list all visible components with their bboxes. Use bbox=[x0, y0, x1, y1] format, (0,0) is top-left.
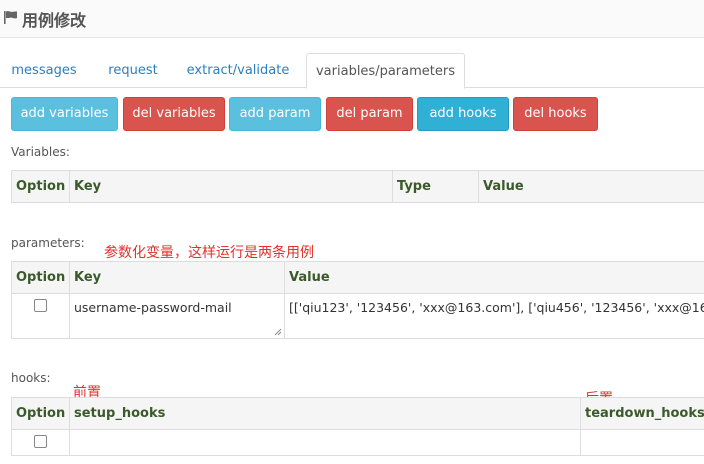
hooks-label: hooks: bbox=[11, 371, 51, 385]
table-row: username-password-mail [['qiu123', '1234… bbox=[11, 293, 704, 339]
row-checkbox[interactable] bbox=[34, 299, 47, 312]
column-header-option: Option bbox=[11, 170, 70, 203]
column-header-type: Type bbox=[392, 170, 479, 203]
key-textarea[interactable]: username-password-mail bbox=[69, 293, 285, 339]
option-cell bbox=[11, 293, 70, 339]
column-header-key: Key bbox=[69, 261, 285, 294]
value-text: [['qiu123', '123456', 'xxx@163.com'], ['… bbox=[289, 300, 704, 315]
page-header: 用例修改 bbox=[0, 0, 704, 38]
variables-label: Variables: bbox=[11, 145, 70, 159]
row-checkbox[interactable] bbox=[34, 435, 47, 448]
tab-request[interactable]: request bbox=[96, 53, 170, 88]
parameters-label: parameters: bbox=[11, 236, 85, 250]
hooks-table: Option setup_hooks teardown_hooks bbox=[11, 397, 704, 456]
flag-icon bbox=[4, 11, 17, 24]
setup-hooks-cell[interactable] bbox=[69, 429, 581, 456]
column-header-option: Option bbox=[11, 397, 70, 430]
parameters-annotation: 参数化变量，这样运行是两条用例 bbox=[104, 245, 314, 261]
del-variables-button[interactable]: del variables bbox=[123, 97, 225, 131]
add-variables-button[interactable]: add variables bbox=[11, 97, 118, 131]
add-hooks-button[interactable]: add hooks bbox=[417, 97, 509, 131]
table-row bbox=[11, 429, 704, 456]
teardown-hooks-cell[interactable] bbox=[580, 429, 704, 456]
tab-messages[interactable]: messages bbox=[4, 53, 84, 88]
tab-extract-validate[interactable]: extract/validate bbox=[178, 53, 298, 88]
key-value: username-password-mail bbox=[74, 300, 232, 315]
variables-table: Option Key Type Value bbox=[11, 170, 704, 203]
resize-grip-icon[interactable] bbox=[274, 328, 282, 336]
add-param-button[interactable]: add param bbox=[229, 97, 321, 131]
option-cell bbox=[11, 429, 70, 456]
page-title: 用例修改 bbox=[22, 11, 87, 30]
parameters-table: Option Key Value username-password-mail … bbox=[11, 261, 704, 339]
column-header-setup-hooks: setup_hooks bbox=[69, 397, 581, 430]
column-header-teardown-hooks: teardown_hooks bbox=[580, 397, 704, 430]
value-textarea[interactable]: [['qiu123', '123456', 'xxx@163.com'], ['… bbox=[284, 293, 704, 339]
del-hooks-button[interactable]: del hooks bbox=[513, 97, 598, 131]
del-param-button[interactable]: del param bbox=[326, 97, 413, 131]
column-header-value: Value bbox=[284, 261, 704, 294]
column-header-value: Value bbox=[478, 170, 704, 203]
column-header-key: Key bbox=[69, 170, 393, 203]
tab-variables-parameters[interactable]: variables/parameters bbox=[306, 53, 465, 89]
column-header-option: Option bbox=[11, 261, 70, 294]
tab-bar: messages request extract/validate variab… bbox=[0, 53, 704, 89]
